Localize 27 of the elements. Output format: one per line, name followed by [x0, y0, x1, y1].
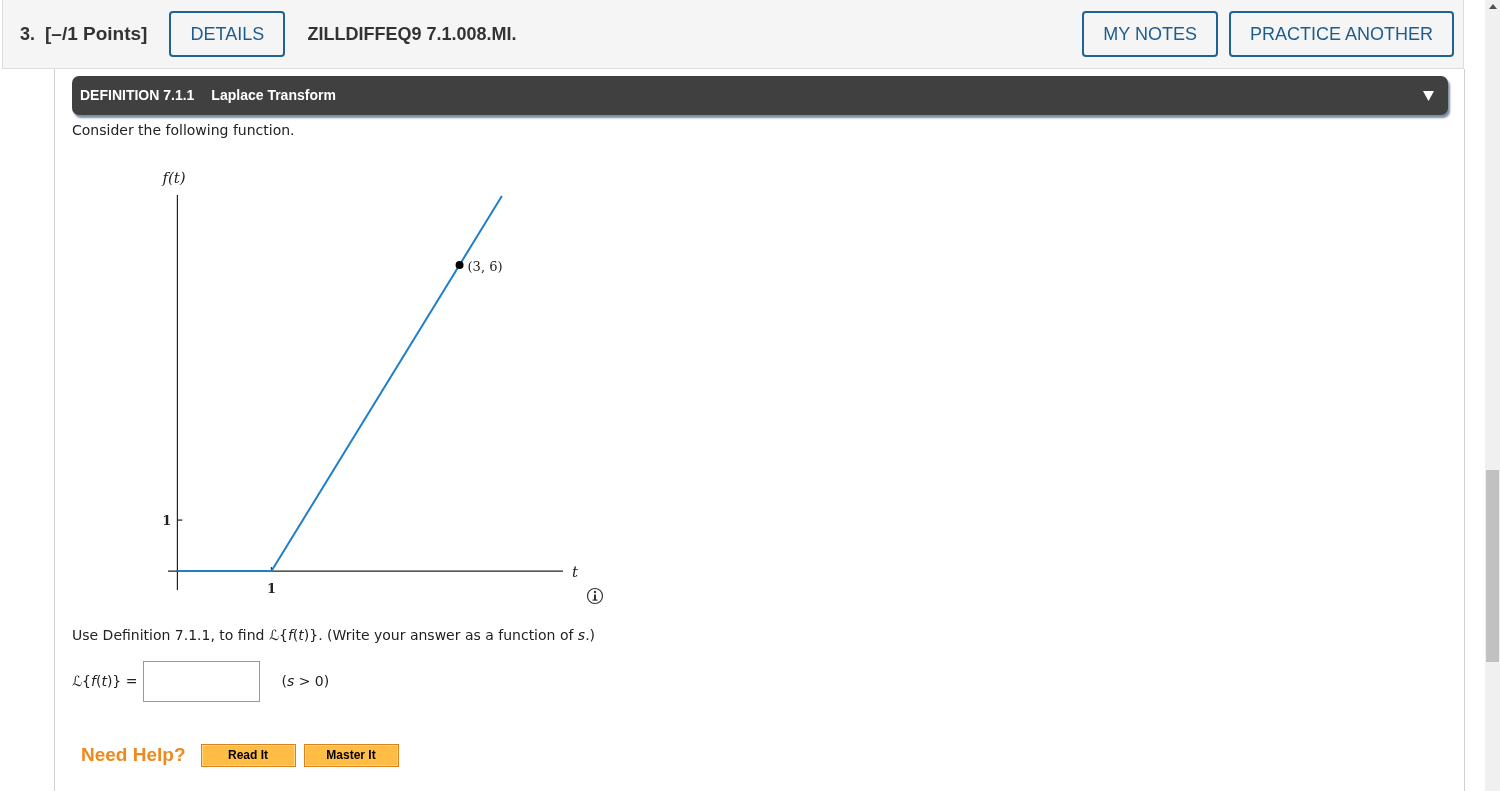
caret-icon	[1423, 90, 1434, 101]
y-tick-label: 1	[162, 513, 172, 529]
answer-condition: (s > 0)	[281, 672, 330, 691]
help-button[interactable]: Master It	[303, 743, 399, 767]
info-icon[interactable]	[586, 587, 604, 605]
definition-bar[interactable]: DEFINITION 7.1.1 Laplace Transform	[72, 76, 1448, 115]
x-axis-label: t	[572, 563, 579, 582]
definition-number: DEFINITION 7.1.1	[80, 86, 195, 105]
details-button[interactable]: DETAILS	[169, 11, 286, 57]
point-label: (3, 6)	[467, 258, 503, 274]
help-button[interactable]: Read It	[200, 743, 296, 767]
definition-title: Laplace Transform	[211, 86, 336, 105]
points-label: [–/1 Points]	[45, 21, 148, 46]
point-marker	[455, 260, 464, 269]
scroll-up-icon[interactable]	[1488, 4, 1497, 9]
problem-id: ZILLDIFFEQ9 7.1.008.MI.	[307, 22, 517, 46]
scrollbar-thumb[interactable]	[1486, 470, 1499, 662]
intro-text: Consider the following function.	[72, 122, 295, 139]
header-button[interactable]: PRACTICE ANOTHER	[1228, 11, 1454, 57]
question-number: 3.	[20, 22, 35, 46]
y-axis-label: f(t)	[162, 169, 186, 187]
question-text: Use Definition 7.1.1, to find ℒ{f(t)}. (Write your answer as a function of s.)	[72, 626, 596, 644]
need-help-label: Need Help?	[81, 743, 186, 767]
x-tick-label: 1	[266, 581, 276, 597]
header-button[interactable]: MY NOTES	[1082, 11, 1218, 57]
answer-label: ℒ{f(t)} =	[72, 672, 138, 691]
answer-field[interactable]	[143, 661, 261, 702]
